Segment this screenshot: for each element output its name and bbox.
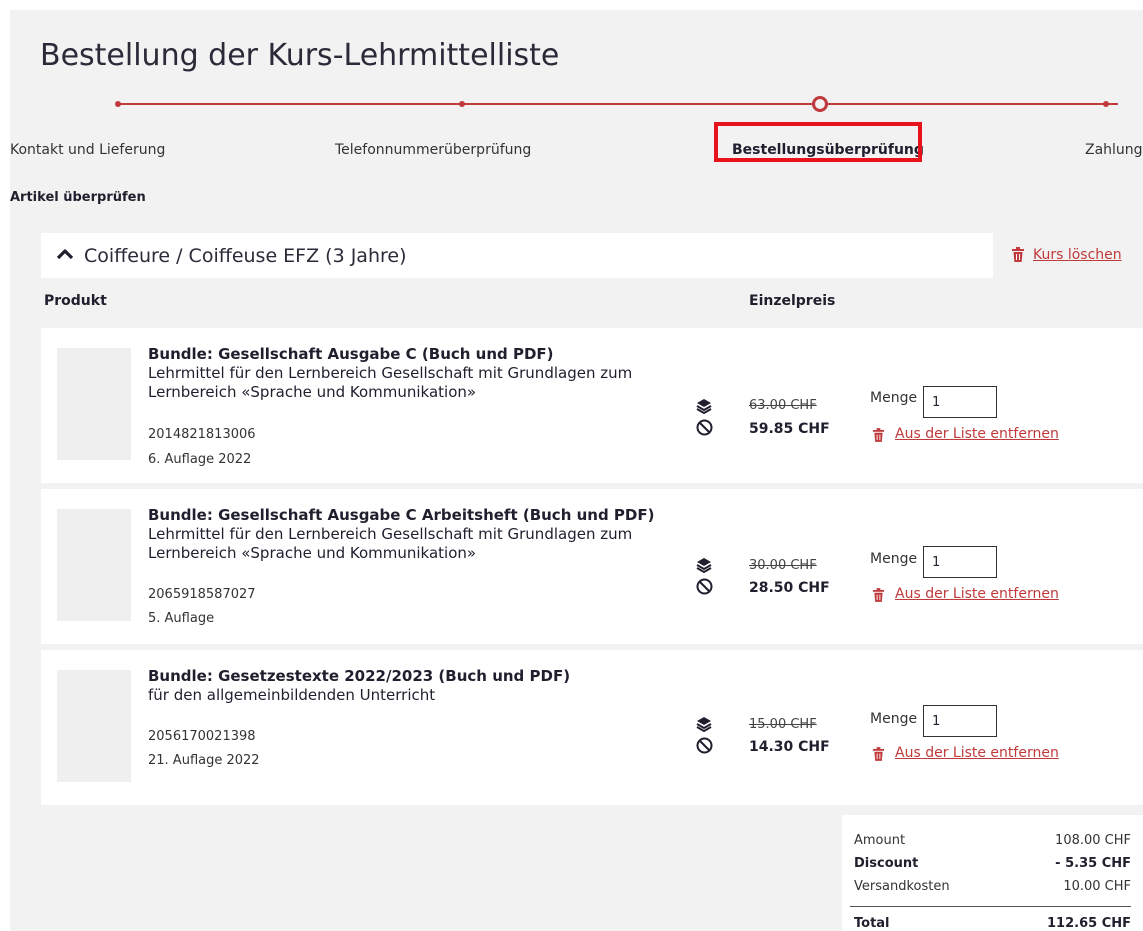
step-payment[interactable]: Zahlung — [1085, 142, 1143, 158]
stepper-line — [118, 103, 1118, 105]
trash-icon[interactable] — [873, 428, 884, 442]
course-delete-label[interactable]: Kurs löschen — [1033, 247, 1122, 263]
summary-divider — [850, 906, 1131, 907]
product-name: Bundle: Gesellschaft Ausgabe C (Buch und… — [148, 345, 554, 363]
page: Bestellung der Kurs-Lehrmittelliste Kont… — [10, 10, 1143, 931]
quantity-label: Menge — [870, 551, 918, 567]
product-thumbnail — [57, 670, 131, 782]
quantity-label: Menge — [870, 711, 918, 727]
product-card: Bundle: Gesellschaft Ausgabe C (Buch und… — [41, 328, 1143, 483]
product-name: Bundle: Gesellschaft Ausgabe C Arbeitshe… — [148, 506, 655, 524]
original-price: 15.00 CHF — [749, 717, 817, 732]
remove-from-list-link[interactable]: Aus der Liste entfernen — [895, 586, 1059, 602]
total-value: 112.65 CHF — [1047, 916, 1131, 931]
product-card: Bundle: Gesetzestexte 2022/2023 (Buch un… — [41, 650, 1143, 805]
original-price: 30.00 CHF — [749, 558, 817, 573]
no-entry-icon — [696, 737, 713, 754]
amount-label: Amount — [854, 833, 906, 848]
column-header-unit-price: Einzelpreis — [749, 293, 836, 309]
product-description: für den allgemeinbildenden Unterricht — [148, 686, 436, 704]
step-dot-payment — [1103, 101, 1109, 107]
product-edition: 21. Auflage 2022 — [148, 753, 260, 768]
trash-icon — [1012, 247, 1024, 262]
step-dot-current — [812, 96, 828, 112]
product-description: Lehrmittel für den Lernbereich Gesellsch… — [148, 364, 633, 401]
discounted-price: 14.30 CHF — [749, 739, 830, 755]
remove-from-list-link[interactable]: Aus der Liste entfernen — [895, 426, 1059, 442]
quantity-input[interactable]: 1 — [923, 546, 997, 578]
course-header[interactable]: Coiffeure / Coiffeuse EFZ (3 Jahre) Kurs… — [41, 233, 1143, 278]
discount-label: Discount — [854, 856, 919, 871]
product-thumbnail — [57, 348, 131, 460]
product-edition: 5. Auflage — [148, 611, 215, 626]
no-entry-icon — [696, 578, 713, 595]
discount-value: - 5.35 CHF — [1055, 856, 1131, 871]
shipping-value: 10.00 CHF — [1063, 879, 1131, 894]
step-phone-verification[interactable]: Telefonnummerüberprüfung — [335, 142, 531, 158]
quantity-input[interactable]: 1 — [923, 386, 997, 418]
product-description: Lehrmittel für den Lernbereich Gesellsch… — [148, 525, 633, 562]
step-dot-phone — [459, 101, 465, 107]
step-dot-contact — [115, 101, 121, 107]
product-edition: 6. Auflage 2022 — [148, 452, 252, 467]
discounted-price: 59.85 CHF — [749, 421, 830, 437]
quantity-label: Menge — [870, 390, 918, 406]
course-delete-button[interactable]: Kurs löschen — [993, 233, 1143, 278]
product-isbn: 2065918587027 — [148, 587, 256, 602]
remove-from-list-link[interactable]: Aus der Liste entfernen — [895, 745, 1059, 761]
chevron-up-icon[interactable] — [56, 247, 74, 261]
review-heading: Artikel überprüfen — [10, 190, 146, 205]
product-name: Bundle: Gesetzestexte 2022/2023 (Buch un… — [148, 667, 571, 685]
product-isbn: 2014821813006 — [148, 427, 256, 442]
trash-icon[interactable] — [873, 588, 884, 602]
book-stack-icon — [696, 399, 712, 414]
step-contact[interactable]: Kontakt und Lieferung — [10, 142, 165, 158]
total-label: Total — [854, 916, 890, 931]
current-step-highlight — [714, 122, 922, 162]
shipping-label: Versandkosten — [854, 879, 950, 894]
course-title: Coiffeure / Coiffeuse EFZ (3 Jahre) — [84, 245, 407, 267]
no-entry-icon — [696, 419, 713, 436]
trash-icon[interactable] — [873, 747, 884, 761]
book-stack-icon — [696, 717, 712, 732]
original-price: 63.00 CHF — [749, 398, 817, 413]
book-stack-icon — [696, 558, 712, 573]
order-summary: Amount 108.00 CHF Discount - 5.35 CHF Ve… — [842, 815, 1143, 931]
column-header-product: Produkt — [44, 293, 107, 309]
discounted-price: 28.50 CHF — [749, 580, 830, 596]
product-card: Bundle: Gesellschaft Ausgabe C Arbeitshe… — [41, 489, 1143, 644]
amount-value: 108.00 CHF — [1055, 833, 1131, 848]
quantity-input[interactable]: 1 — [923, 705, 997, 737]
page-title: Bestellung der Kurs-Lehrmittelliste — [40, 38, 560, 73]
product-isbn: 2056170021398 — [148, 729, 256, 744]
product-thumbnail — [57, 509, 131, 621]
